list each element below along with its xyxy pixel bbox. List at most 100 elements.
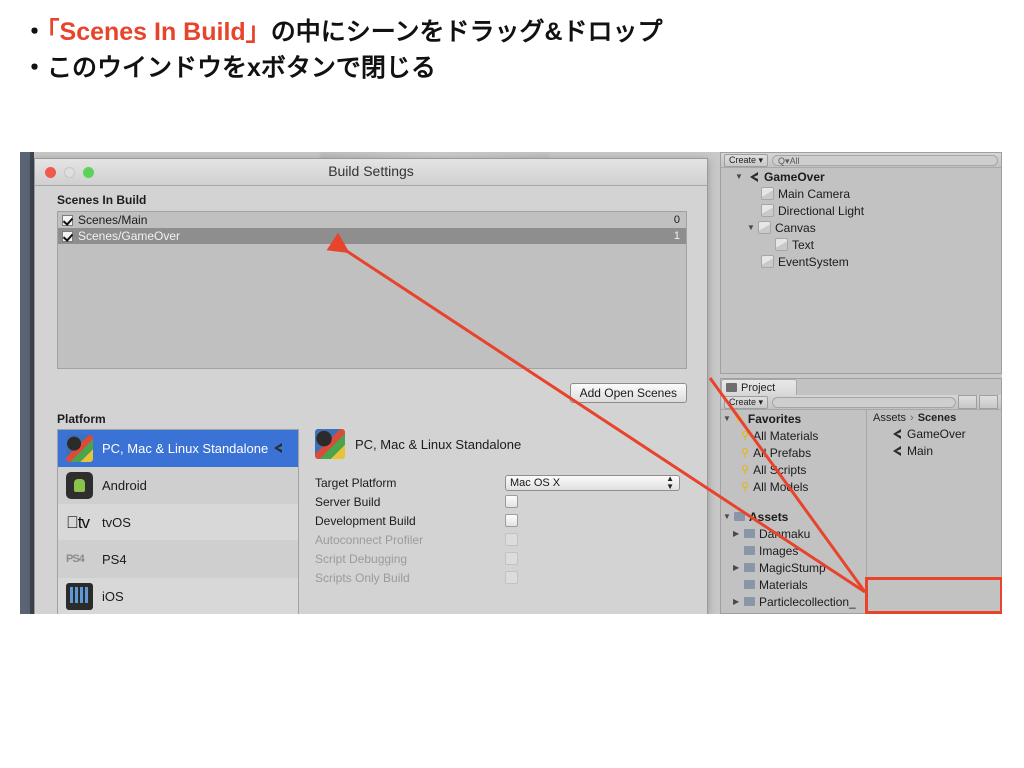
project-folder-particlecollection[interactable]: ▶ Particlecollection_ [721,593,866,610]
chevron-updown-icon: ▲ ▼ [666,473,674,491]
autoconnect-profiler-checkbox [505,533,518,546]
window-titlebar: Build Settings [35,159,707,186]
bullet-text: このウインドウをxボタンで閉じる [47,54,436,83]
hierarchy-tree[interactable]: ▼ GameOver Main Camera Directional Light… [721,168,1001,270]
scene-row[interactable]: Scenes/GameOver 1 [58,228,686,244]
project-file-list[interactable]: Assets › Scenes GameOver Main [867,410,1001,604]
cube-icon [775,238,788,251]
scene-index: 0 [673,214,680,226]
cube-icon [758,221,771,234]
search-icon: ⚲ [741,481,750,493]
chevron-right-icon[interactable]: ▶ [733,529,744,538]
ios-icon [66,582,93,610]
project-file-gameover[interactable]: GameOver [867,425,1001,442]
hierarchy-row-text[interactable]: Text [721,236,1001,253]
hierarchy-create-button[interactable]: Create ▾ [724,153,769,167]
project-folder-materials[interactable]: ▶ Materials [721,576,866,593]
project-favorite-all-models[interactable]: ⚲ All Models [721,478,866,495]
bullet-text: の中にシーンをドラッグ&ドロップ [270,18,663,46]
bullet-item: ・「Scenes In Build」の中にシーンをドラッグ&ドロップ [22,14,1002,50]
project-assets-row[interactable]: ▼ Assets [721,508,866,525]
cube-icon [761,255,774,268]
unity-scene-icon [889,444,903,458]
chevron-down-icon[interactable]: ▼ [723,414,734,423]
scene-name: Scenes/Main [78,213,148,227]
folder-icon [726,383,737,392]
filter-by-type-icon[interactable] [958,395,977,409]
script-debugging-label: Script Debugging [315,551,408,566]
bullet-item: ・このウインドウをxボタンで閉じる [22,50,1002,86]
hierarchy-panel: Create ▾ Q▾All ▼ GameOver Main Camera Di… [720,152,1002,374]
scripts-only-build-checkbox [505,571,518,584]
hierarchy-row-eventsystem[interactable]: EventSystem [721,253,1001,270]
unity-editor-screenshot: Build Settings Scenes In Build Scenes/Ma… [20,152,1002,614]
folder-icon [734,512,745,521]
bullet-marker: ・ [22,54,48,83]
project-file-main[interactable]: Main [867,442,1001,459]
target-platform-dropdown[interactable]: Mac OS X ▲ ▼ [505,473,680,491]
target-platform-row: Target Platform Mac OS X ▲ ▼ [315,473,687,492]
project-search-input[interactable] [772,396,956,408]
chevron-down-icon[interactable]: ▼ [723,512,734,521]
project-file-label: GameOver [907,426,966,441]
editor-background-strip [20,152,30,614]
project-create-button[interactable]: Create ▾ [724,395,769,409]
folder-icon [744,580,755,589]
cube-icon [761,187,774,200]
project-tab[interactable]: Project [721,379,797,395]
hierarchy-row-directional-light[interactable]: Directional Light [721,202,1001,219]
search-icon: ⚲ [741,430,750,442]
project-folder-danmaku[interactable]: ▶ Danmaku [721,525,866,542]
script-debugging-row: Script Debugging [315,549,687,568]
settings-platform-title: PC, Mac & Linux Standalone [315,429,687,459]
folder-icon [744,597,755,606]
development-build-row: Development Build [315,511,687,530]
unity-scene-icon [889,427,903,441]
project-tree[interactable]: ▼ ★ Favorites ⚲ All Materials ⚲ All Pref… [721,410,867,609]
development-build-checkbox[interactable] [505,514,518,527]
hierarchy-search-input[interactable]: Q▾All [772,154,998,166]
scenes-in-build-list[interactable]: Scenes/Main 0 Scenes/GameOver 1 [57,211,687,369]
add-open-scenes-button[interactable]: Add Open Scenes [569,383,687,403]
scripts-only-build-label: Scripts Only Build [315,570,410,585]
scene-row[interactable]: Scenes/Main 0 [58,212,686,228]
filter-by-label-icon[interactable] [979,395,998,409]
chevron-right-icon[interactable]: ▶ [733,563,744,572]
project-folder-images[interactable]: ▶ Images [721,542,866,559]
chevron-right-icon[interactable]: ▶ [733,597,744,606]
server-build-checkbox[interactable] [505,495,518,508]
platform-settings-pane: PC, Mac & Linux Standalone Target Platfo… [315,429,687,614]
chevron-down-icon[interactable]: ▼ [735,172,746,181]
settings-platform-name: PC, Mac & Linux Standalone [355,436,522,452]
bullet-accent-text: 「Scenes In Build」 [47,18,271,46]
platform-item-standalone[interactable]: PC, Mac & Linux Standalone [58,430,298,467]
autoconnect-profiler-label: Autoconnect Profiler [315,532,424,547]
scene-enabled-checkbox[interactable] [62,214,73,226]
scene-enabled-checkbox[interactable] [62,230,73,242]
platform-list[interactable]: PC, Mac & Linux Standalone Android tv t… [57,429,299,614]
hierarchy-row-canvas[interactable]: ▼ Canvas [721,219,1001,236]
project-favorite-all-scripts[interactable]: ⚲ All Scripts [721,461,866,478]
hierarchy-row-gameover[interactable]: ▼ GameOver [721,168,1001,185]
project-favorite-all-prefabs[interactable]: ⚲ All Prefabs [721,444,866,461]
project-favorites-row[interactable]: ▼ ★ Favorites [721,410,866,427]
project-favorite-label: All Materials [753,428,819,443]
platform-item-ios[interactable]: iOS [58,578,298,614]
breadcrumb-root[interactable]: Assets [873,412,906,424]
platform-item-android[interactable]: Android [58,467,298,504]
server-build-label: Server Build [315,494,381,509]
project-folder-label: MagicStump [759,560,826,575]
project-favorite-all-materials[interactable]: ⚲ All Materials [721,427,866,444]
standalone-icon [315,429,345,459]
android-icon [66,471,93,499]
project-folder-magicstump[interactable]: ▶ MagicStump [721,559,866,576]
window-title: Build Settings [328,163,414,179]
hierarchy-row-main-camera[interactable]: Main Camera [721,185,1001,202]
platform-item-tvos[interactable]: tv tvOS [58,504,298,541]
build-settings-window: Build Settings Scenes In Build Scenes/Ma… [34,158,708,614]
platform-item-ps4[interactable]: PS4 PS4 [58,541,298,578]
folder-icon [744,529,755,538]
chevron-down-icon[interactable]: ▼ [747,223,758,232]
hierarchy-row-label: Directional Light [778,203,865,218]
breadcrumb-separator: › [910,411,914,424]
